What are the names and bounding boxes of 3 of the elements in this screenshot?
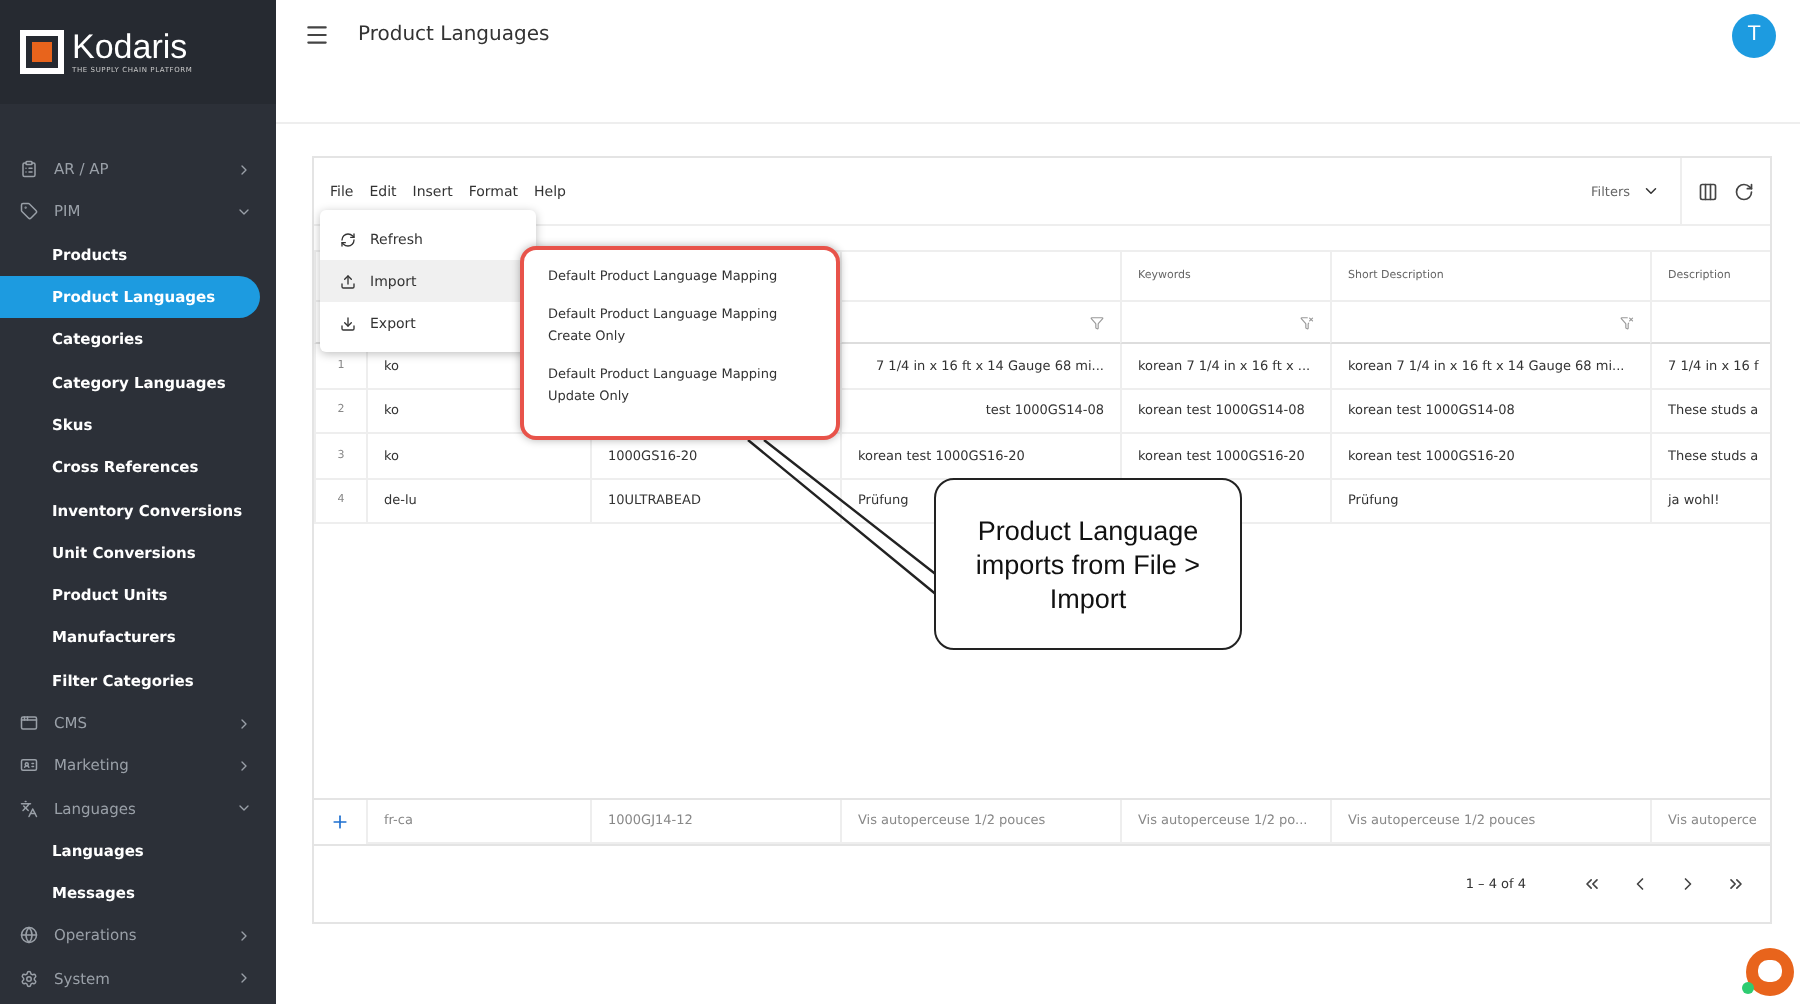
brand-name: Kodaris — [72, 30, 190, 66]
page-title: Product Languages — [358, 24, 552, 46]
callout-bubble: Product Language imports from File > Import — [934, 478, 1242, 650]
